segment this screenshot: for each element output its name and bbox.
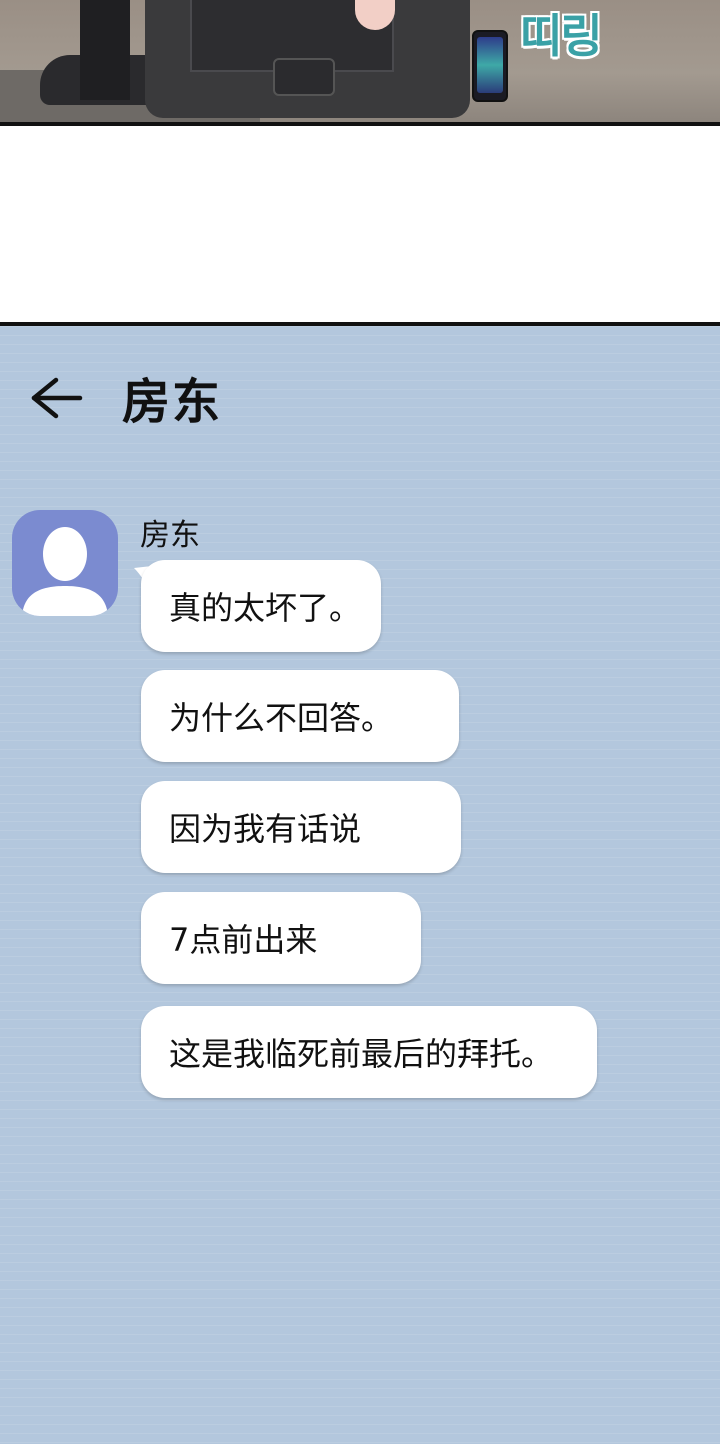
sender-name: 房东 xyxy=(140,518,200,553)
message-bubble[interactable]: 7点前出来 xyxy=(141,892,421,984)
arrow-left-icon[interactable] xyxy=(28,374,84,422)
avatar[interactable] xyxy=(12,510,118,616)
message-bubble[interactable]: 真的太坏了。 xyxy=(141,560,381,652)
message-bubble[interactable]: 这是我临死前最后的拜托。 xyxy=(141,1006,597,1098)
chat-screen: 房东 房东 真的太坏了。 为什么不回答。 因为我有话说 7点前出来 这是我临死前… xyxy=(0,322,720,1444)
comic-panel-desk: 띠링 xyxy=(0,0,720,126)
monitor-stand xyxy=(80,0,130,100)
panel-gutter xyxy=(0,126,720,322)
sound-effect-text: 띠링 xyxy=(520,9,603,63)
phone-charger xyxy=(273,58,335,96)
person-silhouette-icon xyxy=(22,527,108,616)
phone-screen xyxy=(477,37,503,93)
message-bubble[interactable]: 因为我有话说 xyxy=(141,781,461,873)
phone xyxy=(472,30,508,102)
message-bubble[interactable]: 为什么不回答。 xyxy=(141,670,459,762)
chat-title: 房东 xyxy=(122,374,223,430)
